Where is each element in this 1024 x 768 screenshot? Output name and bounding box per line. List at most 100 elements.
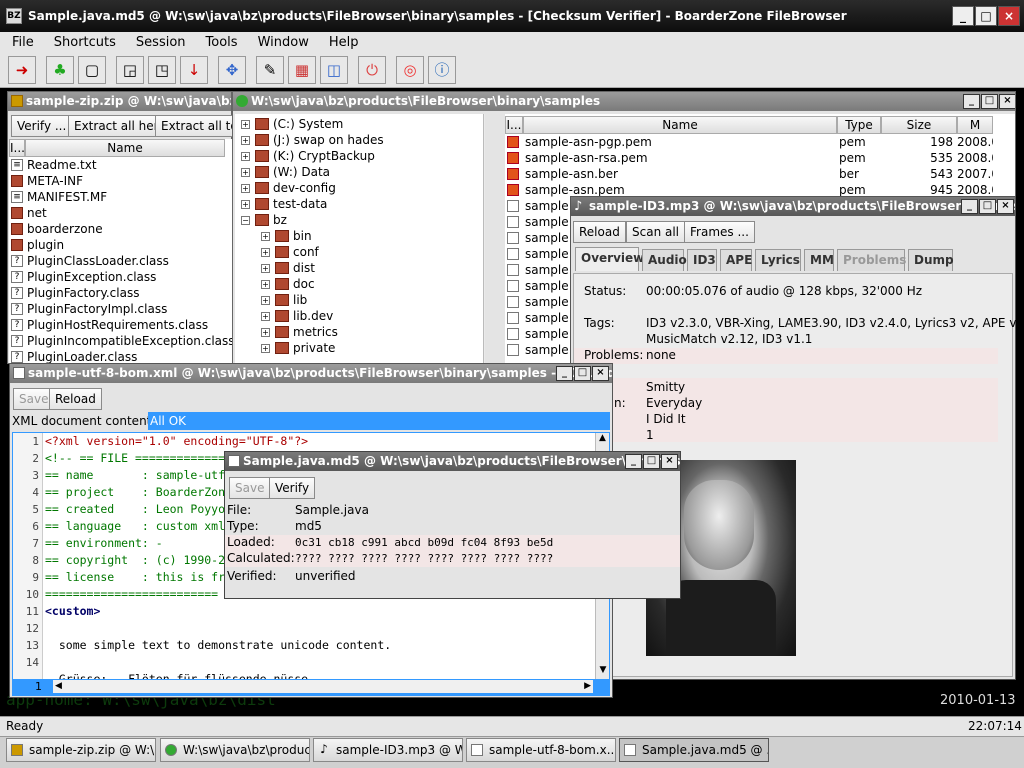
tree-item[interactable]: + dev-config xyxy=(235,180,470,196)
palette-icon[interactable]: ▦ xyxy=(288,56,316,84)
tree-item[interactable]: + (K:) CryptBackup xyxy=(235,148,470,164)
browser-close-button[interactable]: × xyxy=(999,94,1015,109)
zip-list-item[interactable]: ? PluginFactory.class xyxy=(9,285,232,301)
expand-icon[interactable]: + xyxy=(241,136,250,145)
file-list-item[interactable]: sample-asn-pgp.pem pem 198 2008.0 xyxy=(505,134,995,150)
frames-button[interactable]: Frames ... xyxy=(684,221,755,243)
zip-list-item[interactable]: boarderzone xyxy=(9,221,232,237)
window-restore-icon[interactable]: ◳ xyxy=(148,56,176,84)
zip-list-item[interactable]: ? PluginHostRequirements.class xyxy=(9,317,232,333)
xml-close-button[interactable]: × xyxy=(592,366,609,381)
xml-maximize-button[interactable]: □ xyxy=(574,366,591,381)
window-minimize-icon[interactable]: ◲ xyxy=(116,56,144,84)
minimize-button[interactable]: _ xyxy=(952,6,974,26)
file-list-item[interactable]: sample-asn.ber ber 543 2007.0 xyxy=(505,166,995,182)
zip-list-item[interactable]: ? PluginLoader.class xyxy=(9,349,232,363)
md5-minimize-button[interactable]: _ xyxy=(625,454,642,469)
expand-icon[interactable]: + xyxy=(261,232,270,241)
tree-item[interactable]: + private xyxy=(235,340,470,356)
tab-id3[interactable]: ID3 xyxy=(687,249,717,271)
id3-minimize-button[interactable]: _ xyxy=(961,199,978,214)
id3-reload-button[interactable]: Reload xyxy=(573,221,626,243)
expand-icon[interactable]: + xyxy=(261,312,270,321)
tab-problems[interactable]: Problems xyxy=(837,249,906,271)
tree-item[interactable]: + dist xyxy=(235,260,470,276)
tile-icon[interactable]: ✥ xyxy=(218,56,246,84)
browser-minimize-button[interactable]: _ xyxy=(963,94,980,109)
expand-icon[interactable]: + xyxy=(241,152,250,161)
tree-item[interactable]: + conf xyxy=(235,244,470,260)
browser-maximize-button[interactable]: □ xyxy=(981,94,998,109)
task-md5[interactable]: Sample.java.md5 @ ... xyxy=(619,738,769,762)
expand-icon[interactable]: + xyxy=(261,248,270,257)
expand-icon[interactable]: + xyxy=(241,200,250,209)
tab-audio[interactable]: Audio xyxy=(642,249,687,271)
tree-icon[interactable]: ♣ xyxy=(46,56,74,84)
close-button[interactable]: × xyxy=(998,6,1020,26)
menu-file[interactable]: File xyxy=(2,32,44,54)
tab-overview[interactable]: Overview xyxy=(575,247,644,271)
tree-item[interactable]: + metrics xyxy=(235,324,470,340)
md5-close-button[interactable]: × xyxy=(661,454,678,469)
verify-button[interactable]: Verify ... xyxy=(11,115,73,137)
id3-maximize-button[interactable]: □ xyxy=(979,199,996,214)
tab-ape[interactable]: APE xyxy=(720,249,752,271)
md5-verify-button[interactable]: Verify xyxy=(269,477,316,499)
power-icon[interactable]: ⏻ xyxy=(358,56,386,84)
task-id3[interactable]: ♪sample-ID3.mp3 @ W:\... xyxy=(313,738,463,762)
zip-list-item[interactable]: ≡ MANIFEST.MF xyxy=(9,189,232,205)
menu-session[interactable]: Session xyxy=(126,32,196,54)
col-size[interactable]: Size xyxy=(881,116,957,134)
edit-icon[interactable]: ✎ xyxy=(256,56,284,84)
zip-col-icon[interactable]: I... xyxy=(9,139,25,157)
expand-icon[interactable]: + xyxy=(241,120,250,129)
tree-item[interactable]: − bz xyxy=(235,212,470,228)
col-icon[interactable]: I... xyxy=(505,116,523,134)
tree-item[interactable]: + lib.dev xyxy=(235,308,470,324)
expand-icon[interactable]: + xyxy=(261,344,270,353)
exit-icon[interactable]: ➜ xyxy=(8,56,36,84)
id3-close-button[interactable]: × xyxy=(997,199,1014,214)
task-xml[interactable]: sample-utf-8-bom.x... xyxy=(466,738,616,762)
zip-col-name[interactable]: Name xyxy=(25,139,225,157)
menu-shortcuts[interactable]: Shortcuts xyxy=(44,32,126,54)
tree-item[interactable]: + test-data xyxy=(235,196,470,212)
scan-all-button[interactable]: Scan all xyxy=(626,221,686,243)
expand-icon[interactable]: + xyxy=(241,168,250,177)
file-list-item[interactable]: sample-asn-rsa.pem pem 535 2008.0 xyxy=(505,150,995,166)
menu-tools[interactable]: Tools xyxy=(196,32,248,54)
window-down-icon[interactable]: ↓ xyxy=(180,56,208,84)
tree-item[interactable]: + (J:) swap on hades xyxy=(235,132,470,148)
xml-minimize-button[interactable]: _ xyxy=(556,366,573,381)
tree-item[interactable]: + doc xyxy=(235,276,470,292)
zip-list-item[interactable]: ? PluginClassLoader.class xyxy=(9,253,232,269)
md5-save-button[interactable]: Save xyxy=(229,477,271,499)
task-zip[interactable]: sample-zip.zip @ W:\... xyxy=(6,738,156,762)
zip-list-item[interactable]: META-INF xyxy=(9,173,232,189)
expand-icon[interactable]: + xyxy=(261,328,270,337)
tab-dump[interactable]: Dump xyxy=(908,249,954,271)
expand-icon[interactable]: + xyxy=(261,296,270,305)
md5-maximize-button[interactable]: □ xyxy=(643,454,660,469)
menu-window[interactable]: Window xyxy=(248,32,319,54)
zip-list-item[interactable]: ? PluginException.class xyxy=(9,269,232,285)
extract-all-to-button[interactable]: Extract all to ... xyxy=(155,115,233,137)
info-icon[interactable]: ⓘ xyxy=(428,56,456,84)
tab-mm[interactable]: MM xyxy=(804,249,834,271)
xml-hscrollbar[interactable]: 1 ◀ ▶ xyxy=(13,679,609,695)
expand-icon[interactable]: + xyxy=(241,184,250,193)
tree-item[interactable]: + bin xyxy=(235,228,470,244)
xml-reload-button[interactable]: Reload xyxy=(49,388,102,410)
menu-help[interactable]: Help xyxy=(319,32,369,54)
collapse-icon[interactable]: − xyxy=(241,216,250,225)
col-modified[interactable]: M xyxy=(957,116,993,134)
maximize-button[interactable]: □ xyxy=(975,6,997,26)
task-browser[interactable]: W:\sw\java\bz\product... xyxy=(160,738,310,762)
tree-item[interactable]: + (W:) Data xyxy=(235,164,470,180)
col-name[interactable]: Name xyxy=(523,116,837,134)
lifebuoy-icon[interactable]: ◎ xyxy=(396,56,424,84)
window-blue-icon[interactable]: ◫ xyxy=(320,56,348,84)
tree-scrollbar[interactable]: ▲ xyxy=(483,114,485,364)
zip-list-item[interactable]: net xyxy=(9,205,232,221)
window-icon[interactable]: ▢ xyxy=(78,56,106,84)
